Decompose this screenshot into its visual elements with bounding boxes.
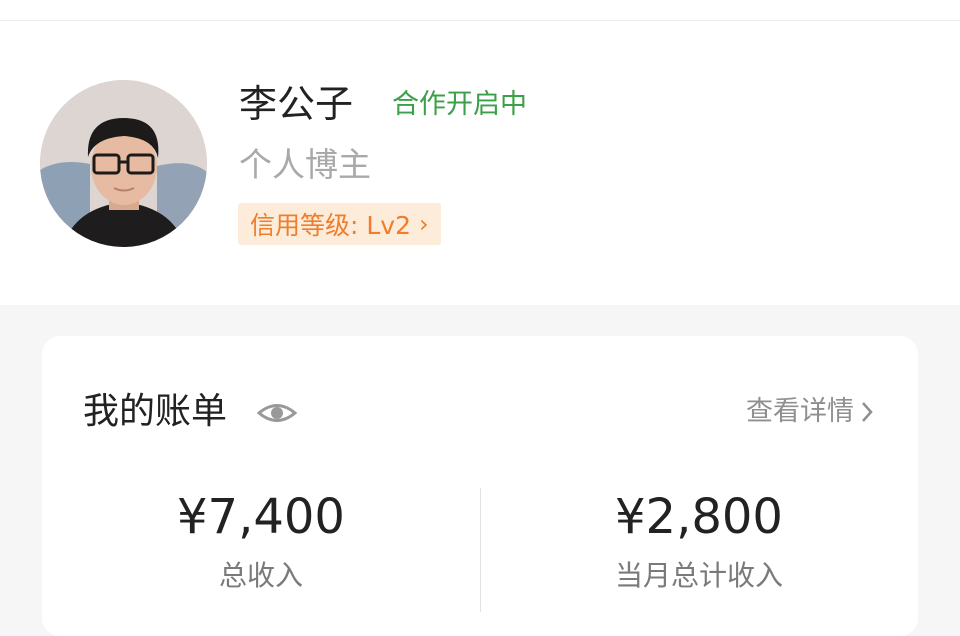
view-details-link[interactable]: 查看详情 xyxy=(746,394,874,430)
monthly-income-stat: ¥2,800 当月总计收入 xyxy=(480,488,918,594)
total-income-label: 总收入 xyxy=(218,559,303,592)
profile-name: 李公子 xyxy=(239,82,354,126)
bill-title: 我的账单 xyxy=(83,391,228,432)
profile-section: 李公子 合作开启中 个人博主 信用等级: Lv2 › xyxy=(0,21,960,305)
bill-card: 我的账单 查看详情 ¥7,400 总收入 ¥2,800 当月总计收入 xyxy=(42,336,918,636)
eye-icon[interactable] xyxy=(257,398,297,428)
avatar[interactable] xyxy=(40,80,207,247)
monthly-income-label: 当月总计收入 xyxy=(614,559,783,592)
credit-level-badge[interactable]: 信用等级: Lv2 › xyxy=(238,203,441,245)
chevron-right-icon: › xyxy=(419,210,429,238)
total-income-stat: ¥7,400 总收入 xyxy=(42,488,480,594)
monthly-income-value: ¥2,800 xyxy=(615,489,783,545)
chevron-right-icon xyxy=(862,402,873,422)
top-bar xyxy=(0,0,960,21)
user-avatar-icon xyxy=(40,80,207,247)
view-details-label: 查看详情 xyxy=(746,396,854,427)
total-income-value: ¥7,400 xyxy=(177,489,345,545)
cooperation-status: 合作开启中 xyxy=(392,89,527,120)
profile-role: 个人博主 xyxy=(239,145,371,184)
credit-level-label: 信用等级: Lv2 xyxy=(250,211,411,240)
